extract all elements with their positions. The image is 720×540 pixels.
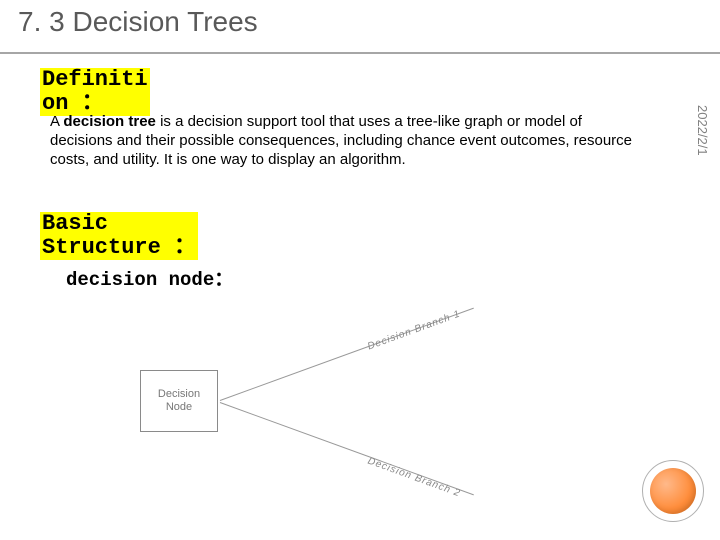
definition-heading: Definition ： <box>40 68 150 116</box>
branch-2-label: Decision Branch 2 <box>366 456 462 500</box>
slide: 7. 3 Decision Trees Definition ： A decis… <box>0 0 720 540</box>
title-rule <box>0 52 720 54</box>
definition-a: A <box>50 113 63 130</box>
decision-tree-diagram: DecisionNode Decision Branch 1 Decision … <box>140 300 570 510</box>
branch-1-label: Decision Branch 1 <box>366 309 462 353</box>
decision-node-label: decision node： <box>66 264 233 291</box>
definition-term: decision tree <box>63 113 156 130</box>
decision-node-box: DecisionNode <box>140 370 218 432</box>
orb-outline <box>642 460 704 522</box>
page-title: 7. 3 Decision Trees <box>18 6 258 38</box>
definition-body: A decision tree is a decision support to… <box>50 112 645 169</box>
structure-heading: BasicStructure ： <box>40 212 198 260</box>
page-number-orb <box>650 468 696 514</box>
date-stamp: 2022/2/1 <box>695 105 710 156</box>
